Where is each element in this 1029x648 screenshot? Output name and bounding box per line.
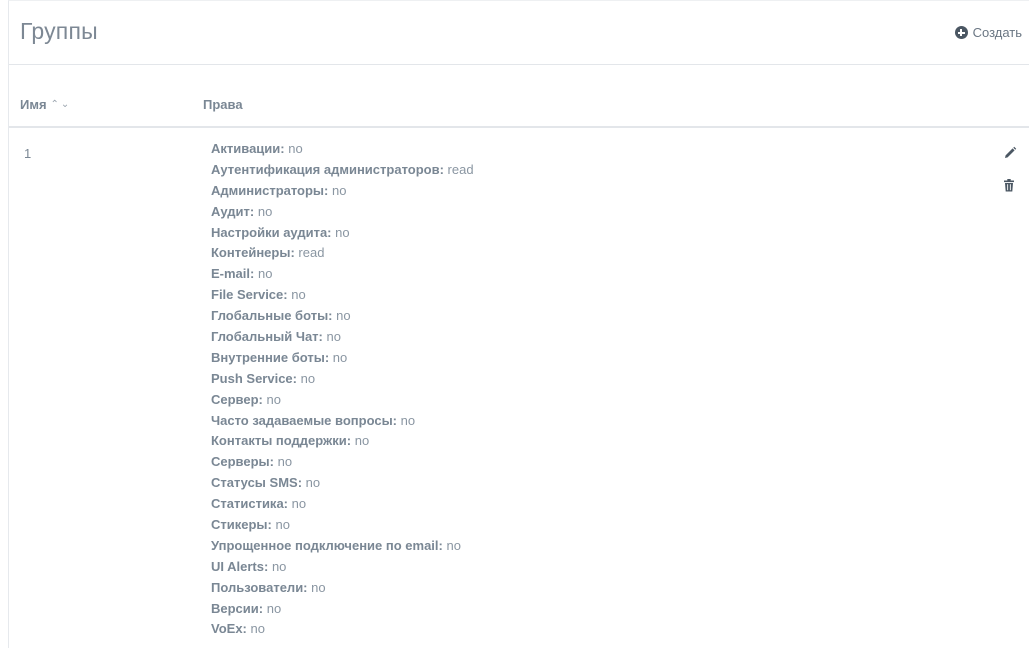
table-header: Имя ⌃⌄ Права — [9, 65, 1029, 128]
right-value: no — [326, 329, 341, 345]
right-item: Контакты поддержки: no — [211, 431, 474, 452]
right-label: UI Alerts: — [211, 558, 269, 574]
column-header-name[interactable]: Имя ⌃⌄ — [20, 97, 71, 112]
right-item: Глобальный Чат: no — [211, 327, 474, 348]
right-label: Глобальные боты: — [211, 308, 333, 324]
right-value: no — [266, 391, 281, 407]
right-value: no — [275, 517, 290, 533]
right-label: VoEx: — [211, 621, 247, 637]
rights-list: Активации: no Аутентификация администрато… — [211, 139, 474, 640]
right-value: no — [250, 621, 265, 637]
sort-up-down-icon[interactable]: ⌃⌄ — [51, 99, 72, 110]
right-label: Push Service: — [211, 370, 297, 386]
right-value: read — [298, 245, 325, 261]
right-item: Сервер: no — [211, 390, 474, 411]
right-label: Стикеры: — [211, 517, 272, 533]
panel-header: Группы Создать — [9, 1, 1029, 65]
right-item: Упрощенное подключение по email: no — [211, 536, 474, 557]
right-item: UI Alerts: no — [211, 557, 474, 578]
right-value: no — [332, 349, 348, 365]
right-label: Статусы SMS: — [211, 475, 303, 491]
right-value: no — [300, 370, 316, 386]
right-value: read — [447, 161, 474, 177]
row-name-cell: 1 — [24, 146, 32, 161]
right-item: Контейнеры: read — [211, 243, 474, 264]
right-label: Контейнеры: — [211, 245, 295, 261]
right-item: Внутренние боты: no — [211, 348, 474, 369]
right-value: no — [277, 454, 293, 470]
right-label: Серверы: — [211, 454, 274, 470]
right-label: Сервер: — [211, 391, 263, 407]
right-item: Администраторы: no — [211, 181, 474, 202]
right-item: Глобальные боты: no — [211, 306, 474, 327]
right-item: Часто задаваемые вопросы: no — [211, 411, 474, 432]
right-value: no — [335, 224, 350, 240]
right-item: Активации: no — [211, 139, 474, 160]
page-title: Группы — [20, 18, 98, 44]
right-value: no — [305, 475, 321, 491]
right-label: Аутентификация администраторов: — [211, 161, 444, 177]
right-label: E-mail: — [211, 266, 255, 282]
right-value: no — [266, 600, 282, 616]
right-value: no — [446, 537, 461, 553]
right-label: Администраторы: — [211, 182, 329, 198]
right-value: no — [332, 182, 347, 198]
right-value: no — [288, 141, 303, 156]
right-item: Статистика: no — [211, 494, 474, 515]
right-value: no — [400, 412, 416, 428]
right-label: Статистика: — [211, 496, 288, 512]
right-item: Push Service: no — [211, 369, 474, 390]
right-item: VoEx: no — [211, 619, 474, 640]
right-label: Внутренние боты: — [211, 349, 330, 365]
right-value: no — [354, 433, 370, 449]
create-button-label: Создать — [972, 25, 1022, 40]
right-label: Глобальный Чат: — [211, 329, 323, 345]
right-item: Аудит: no — [211, 202, 474, 223]
trash-icon[interactable] — [1003, 179, 1015, 192]
right-value: no — [311, 579, 326, 595]
right-item: Стикеры: no — [211, 515, 474, 536]
right-value: no — [257, 203, 273, 219]
column-header-name-label: Имя — [20, 97, 47, 112]
right-value: no — [257, 266, 273, 282]
right-item: E-mail: no — [211, 264, 474, 285]
right-item: Настройки аудита: no — [211, 223, 474, 244]
right-label: Упрощенное подключение по email: — [211, 537, 443, 553]
right-item: Пользователи: no — [211, 578, 474, 599]
right-label: Пользователи: — [211, 579, 308, 595]
column-header-rights: Права — [203, 97, 243, 112]
right-value: no — [336, 308, 351, 324]
right-label: Контакты поддержки: — [211, 433, 352, 449]
right-value: no — [291, 287, 306, 303]
right-item: Аутентификация администраторов: read — [211, 160, 474, 181]
create-button[interactable]: Создать — [954, 25, 1022, 40]
right-value: no — [291, 496, 307, 512]
plus-circle-icon — [954, 26, 968, 39]
right-label: Настройки аудита: — [211, 224, 332, 240]
right-label: File Service: — [211, 287, 288, 303]
right-label: Активации: — [211, 141, 285, 156]
right-item: Версии: no — [211, 599, 474, 620]
groups-panel: Группы Создать Имя ⌃⌄ Права 1 Активации:… — [8, 0, 1029, 648]
right-value: no — [271, 558, 287, 574]
right-item: Статусы SMS: no — [211, 473, 474, 494]
right-item: Серверы: no — [211, 452, 474, 473]
pencil-icon[interactable] — [1003, 146, 1017, 160]
right-item: File Service: no — [211, 285, 474, 306]
right-label: Часто задаваемые вопросы: — [211, 412, 397, 428]
right-label: Аудит: — [211, 203, 255, 219]
right-label: Версии: — [211, 600, 264, 616]
